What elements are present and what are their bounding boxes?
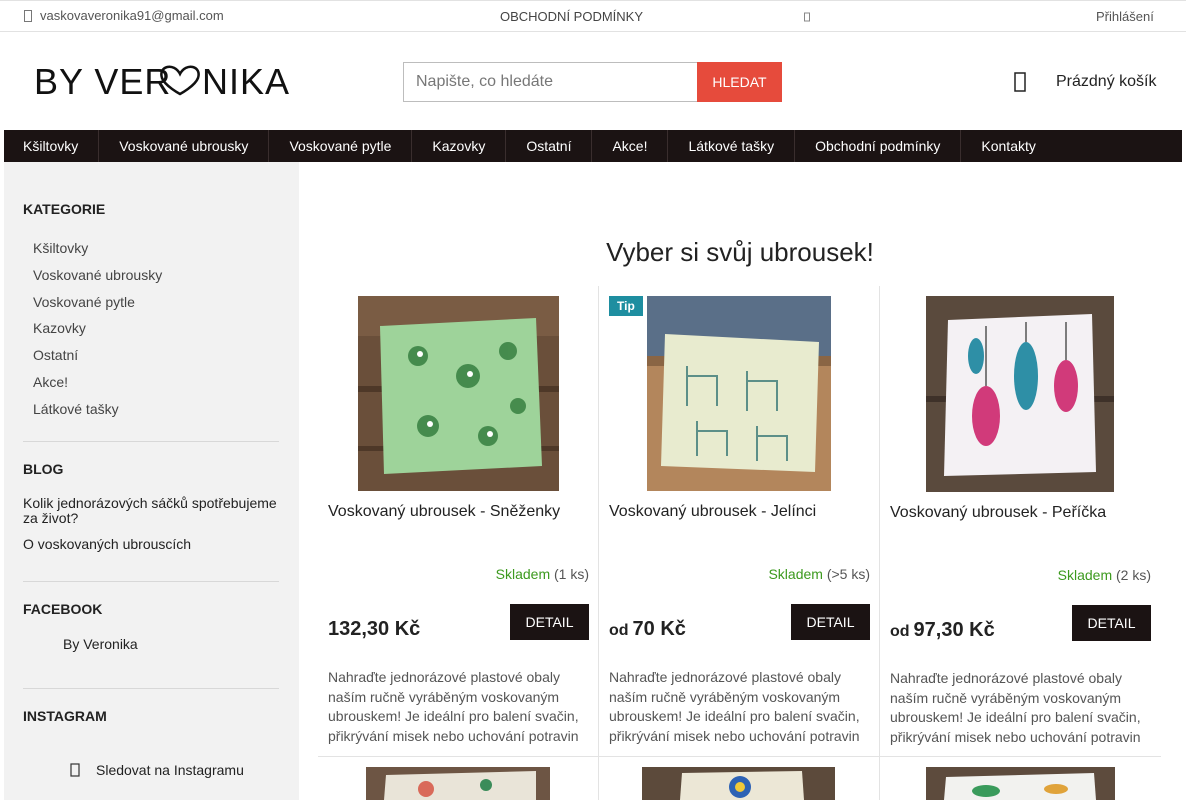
category-item[interactable]: Ostatní — [33, 345, 162, 372]
nav-item-ksiltovky[interactable]: Kšiltovky — [4, 130, 100, 162]
category-item[interactable]: Kšiltovky — [33, 238, 162, 265]
nav-item-ostatni[interactable]: Ostatní — [506, 130, 593, 162]
product-image[interactable] — [647, 296, 831, 491]
nav-item-kazovky[interactable]: Kazovky — [412, 130, 507, 162]
price-prefix: od — [890, 623, 910, 640]
detail-button[interactable]: DETAIL — [791, 604, 870, 640]
nav-item-akce[interactable]: Akce! — [592, 130, 669, 162]
facebook-page-link[interactable]: By Veronika — [63, 636, 138, 652]
category-item[interactable]: Kazovky — [33, 318, 162, 345]
price-prefix: od — [609, 622, 629, 639]
sidebar: KATEGORIE Kšiltovky Voskované ubrousky V… — [4, 162, 299, 800]
contact-email[interactable]: vaskovaveronika91@gmail.com — [24, 8, 224, 23]
menu-icon[interactable] — [804, 11, 810, 23]
product-price: od 97,30 Kč — [890, 619, 995, 642]
product-description: Nahraďte jednorázové plastové obaly naší… — [890, 670, 1141, 745]
divider — [23, 688, 279, 689]
instagram-icon — [70, 763, 80, 777]
blog-item[interactable]: Kolik jednorázových sáčků spotřebujeme z… — [23, 496, 283, 526]
login-link[interactable]: Přihlášení — [1096, 9, 1154, 24]
product-image[interactable] — [926, 767, 1115, 800]
search-bar: HLEDAT — [403, 62, 782, 102]
logo-graphic: BY VER NIKA — [34, 61, 290, 102]
detail-button[interactable]: DETAIL — [510, 604, 589, 640]
product-price-value: 97,30 Kč — [913, 619, 995, 641]
page-title: Vyber si svůj ubrousek! — [606, 237, 874, 267]
category-list: Kšiltovky Voskované ubrousky Voskované p… — [33, 238, 162, 426]
product-card: Voskovaný ubrousek - Sněženky Skladem (1… — [318, 286, 599, 756]
product-image[interactable] — [926, 296, 1114, 492]
product-price-value: 70 Kč — [632, 618, 686, 640]
product-price: 132,30 Kč — [328, 618, 420, 641]
divider — [23, 441, 279, 442]
terms-link[interactable]: OBCHODNÍ PODMÍNKY — [500, 9, 643, 24]
stock-status: Skladem — [768, 566, 823, 582]
top-bar: vaskovaveronika91@gmail.com OBCHODNÍ POD… — [0, 0, 1186, 32]
stock-count: (2 ks) — [1116, 567, 1151, 583]
search-input[interactable] — [403, 62, 697, 102]
detail-button[interactable]: DETAIL — [1072, 605, 1151, 641]
contact-email-text[interactable]: vaskovaveronika91@gmail.com — [40, 8, 224, 23]
categories-heading: KATEGORIE — [23, 201, 106, 217]
svg-text:NIKA: NIKA — [202, 61, 290, 102]
product-name[interactable]: Voskovaný ubrousek - Peříčka — [890, 504, 1106, 522]
product-price-value: 132,30 Kč — [328, 618, 421, 640]
product-image[interactable] — [642, 767, 835, 800]
instagram-heading: INSTAGRAM — [23, 708, 107, 724]
product-price: od 70 Kč — [609, 618, 686, 641]
cart-label[interactable]: Prázdný košík — [1056, 73, 1156, 91]
blog-list: Kolik jednorázových sáčků spotřebujeme z… — [23, 496, 283, 563]
product-name[interactable]: Voskovaný ubrousek - Jelínci — [609, 503, 816, 521]
product-card: Tip Voskovaný ubrousek - Jelínci Skladem… — [599, 286, 880, 756]
product-card: Voskovaný ubrousek - Peříčka Skladem (2 … — [880, 286, 1161, 756]
stock-status: Skladem — [1057, 567, 1113, 583]
blog-heading: BLOG — [23, 461, 64, 477]
search-button[interactable]: HLEDAT — [697, 62, 782, 102]
product-name[interactable]: Voskovaný ubrousek - Sněženky — [328, 503, 560, 521]
stock-info: Skladem (1 ks) — [496, 566, 589, 582]
category-item[interactable]: Akce! — [33, 372, 162, 399]
cart-icon — [1014, 72, 1026, 92]
product-description: Nahraďte jednorázové plastové obaly naší… — [328, 669, 579, 744]
nav-item-voskovane-ubrousky[interactable]: Voskované ubrousky — [99, 130, 270, 162]
product-image[interactable] — [358, 296, 559, 491]
main-navigation: Kšiltovky Voskované ubrousky Voskované p… — [4, 130, 1182, 162]
instagram-follow-link[interactable]: Sledovat na Instagramu — [70, 762, 244, 778]
category-item[interactable]: Voskované ubrousky — [33, 265, 162, 292]
nav-item-voskovane-pytle[interactable]: Voskované pytle — [269, 130, 413, 162]
svg-text:BY VER: BY VER — [34, 61, 171, 102]
envelope-icon — [24, 9, 32, 22]
category-item[interactable]: Voskované pytle — [33, 292, 162, 319]
stock-count: (1 ks) — [554, 566, 589, 582]
stock-count: (>5 ks) — [826, 566, 870, 582]
blog-item[interactable]: O voskovaných ubrouscích — [23, 537, 283, 552]
site-logo[interactable]: BY VER NIKA — [34, 56, 296, 104]
instagram-follow-text[interactable]: Sledovat na Instagramu — [96, 762, 244, 778]
stock-info: Skladem (2 ks) — [1058, 567, 1151, 583]
nav-item-latkove-tasky[interactable]: Látkové tašky — [668, 130, 796, 162]
cart-link[interactable]: Prázdný košík — [1014, 72, 1156, 92]
stock-info: Skladem (>5 ks) — [768, 566, 870, 582]
product-image[interactable] — [366, 767, 550, 800]
category-item[interactable]: Látkové tašky — [33, 399, 162, 426]
nav-item-obchodni-podminky[interactable]: Obchodní podmínky — [795, 130, 962, 162]
tip-badge: Tip — [609, 296, 643, 316]
product-description: Nahraďte jednorázové plastové obaly naší… — [609, 669, 860, 744]
nav-item-kontakty[interactable]: Kontakty — [961, 130, 1055, 162]
facebook-heading: FACEBOOK — [23, 601, 103, 617]
stock-status: Skladem — [495, 566, 551, 582]
grid-divider — [318, 756, 1161, 757]
divider — [23, 581, 279, 582]
